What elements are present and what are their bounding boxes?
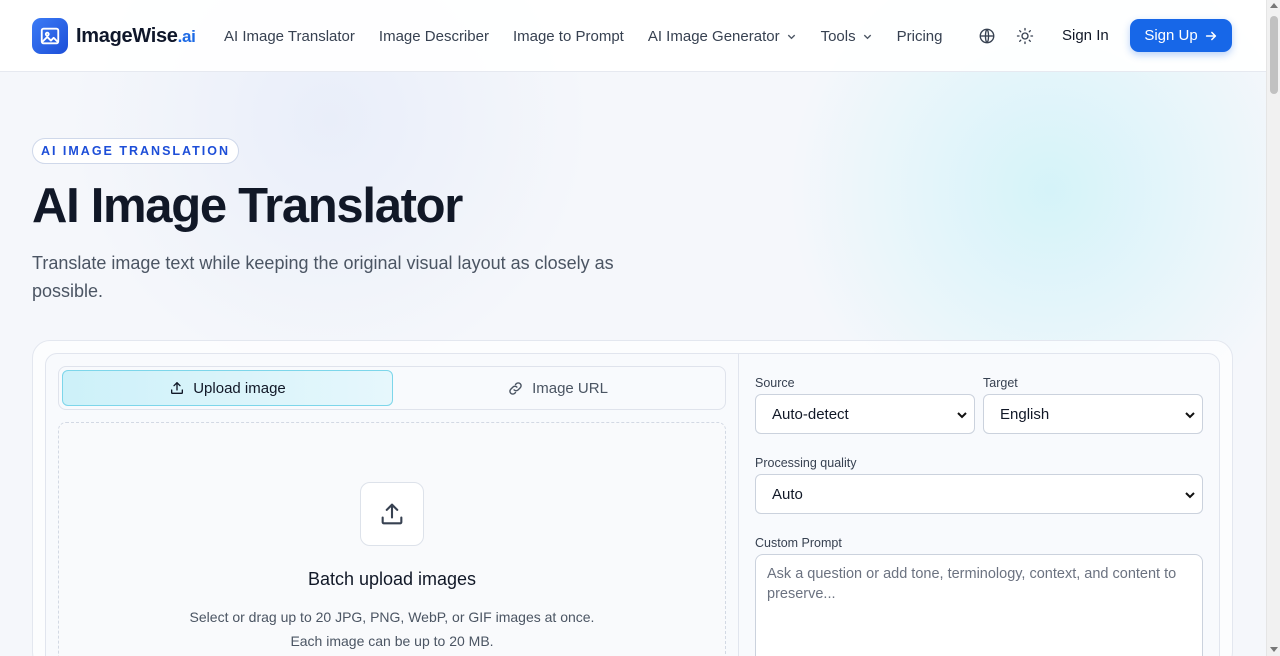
nav-tools[interactable]: Tools <box>821 28 873 45</box>
arrow-right-icon <box>1205 31 1216 40</box>
dropzone-description: Select or drag up to 20 JPG, PNG, WebP, … <box>58 605 726 653</box>
target-select[interactable]: English <box>983 394 1203 434</box>
section-badge: AI IMAGE TRANSLATION <box>32 138 239 164</box>
chevron-down-icon <box>957 412 967 419</box>
scroll-down-arrow-icon[interactable] <box>1270 647 1278 652</box>
nav-ai-image-generator[interactable]: AI Image Generator <box>648 28 797 45</box>
sign-up-button[interactable]: Sign Up <box>1130 19 1232 52</box>
page-title: AI Image Translator <box>32 179 463 233</box>
logo[interactable]: ImageWise.ai <box>32 18 196 54</box>
quality-label: Processing quality <box>755 456 857 470</box>
logo-image-icon <box>32 18 68 54</box>
sign-up-label: Sign Up <box>1144 27 1198 44</box>
panel-divider <box>738 354 739 656</box>
custom-prompt-textarea[interactable]: Ask a question or add tone, terminology,… <box>755 554 1203 656</box>
tab-url-label: Image URL <box>532 379 608 397</box>
nav-image-describer[interactable]: Image Describer <box>379 28 489 45</box>
main-nav: AI Image Translator Image Describer Imag… <box>224 0 966 72</box>
target-value: English <box>1000 405 1050 423</box>
tab-upload-image[interactable]: Upload image <box>62 370 393 406</box>
custom-prompt-label: Custom Prompt <box>755 536 842 550</box>
nav-image-to-prompt[interactable]: Image to Prompt <box>513 28 624 45</box>
chevron-down-icon <box>1185 492 1195 499</box>
sun-icon[interactable] <box>1016 27 1034 45</box>
upload-icon <box>171 382 184 394</box>
link-icon <box>509 381 522 395</box>
chevron-down-icon <box>787 34 795 39</box>
nav-pricing[interactable]: Pricing <box>897 28 943 45</box>
top-navbar: ImageWise.ai AI Image Translator Image D… <box>0 0 1266 72</box>
chevron-down-icon <box>863 34 871 39</box>
globe-icon[interactable] <box>978 27 996 45</box>
tab-upload-label: Upload image <box>193 379 286 397</box>
source-label: Source <box>755 376 795 390</box>
target-label: Target <box>983 376 1018 390</box>
scroll-thumb[interactable] <box>1270 16 1278 94</box>
chevron-down-icon <box>1185 412 1195 419</box>
quality-value: Auto <box>772 485 803 503</box>
upload-icon <box>381 503 403 525</box>
dropzone-title: Batch upload images <box>307 569 477 589</box>
quality-select[interactable]: Auto <box>755 474 1203 514</box>
upload-icon-box[interactable] <box>360 482 424 546</box>
sign-in-link[interactable]: Sign In <box>1062 27 1109 44</box>
scroll-up-arrow-icon[interactable] <box>1270 3 1278 8</box>
page-subtitle: Translate image text while keeping the o… <box>32 253 614 301</box>
dropzone-line-1: Select or drag up to 20 JPG, PNG, WebP, … <box>189 609 595 625</box>
source-value: Auto-detect <box>772 405 849 423</box>
logo-text: ImageWise.ai <box>76 24 196 47</box>
nav-ai-image-translator[interactable]: AI Image Translator <box>224 28 355 45</box>
page-scrollbar[interactable] <box>1266 0 1280 656</box>
dropzone-line-2: Each image can be up to 20 MB. <box>290 633 494 649</box>
tab-image-url[interactable]: Image URL <box>393 370 722 406</box>
source-select[interactable]: Auto-detect <box>755 394 975 434</box>
